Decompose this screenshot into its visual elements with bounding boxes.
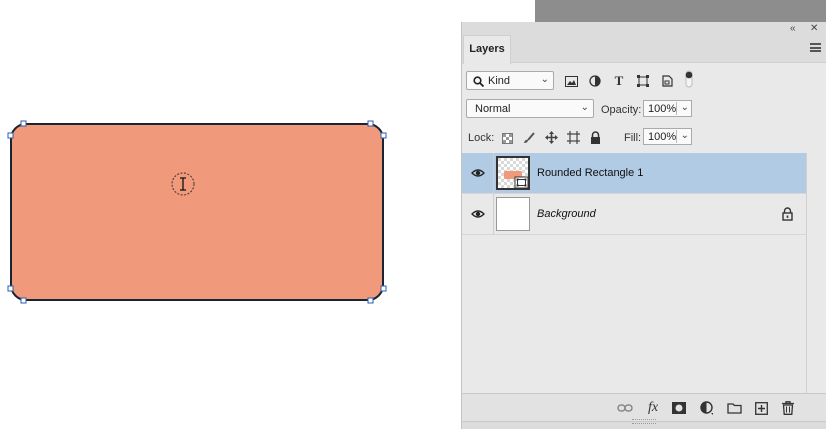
chevron-down-icon: ⌄ [540,74,549,85]
chevron-down-icon: ⌄ [580,102,589,113]
adjustment-filter-icon[interactable] [586,72,604,90]
panel-tab-row: Layers [462,35,826,64]
chevron-down-icon[interactable]: ⌄ [681,130,689,141]
chevron-down-icon[interactable]: ⌄ [681,102,689,113]
anchor-point[interactable] [20,120,27,127]
rounded-rectangle-body[interactable] [10,123,384,301]
lock-icon [782,207,793,221]
anchor-point[interactable] [367,120,374,127]
opacity-label: Opacity: [601,104,642,116]
lock-image-pixels-icon[interactable] [521,130,537,146]
hamburger-menu-icon[interactable] [810,43,821,52]
layer-thumbnail [496,197,530,231]
image-filter-icon[interactable] [562,72,580,90]
resize-grip[interactable] [632,419,656,424]
lock-artboard-icon[interactable] [565,129,581,145]
layer-name[interactable]: Rounded Rectangle 1 [537,167,643,179]
anchor-point[interactable] [20,297,27,304]
tab-layers[interactable]: Layers [463,35,511,64]
layer-row[interactable]: Background [462,194,807,235]
panel-title-bar[interactable]: « ✕ [462,22,826,35]
smart-object-filter-icon[interactable] [658,72,676,90]
layer-name[interactable]: Background [537,208,596,220]
opacity-field[interactable]: 100% ⌄ [643,100,692,117]
lock-position-icon[interactable] [543,129,559,145]
search-icon [473,76,484,87]
kind-filter-label: Kind [488,75,511,87]
fx-icon[interactable]: fx [644,399,662,417]
filter-row: Kind ⌄ T [462,67,807,95]
anchor-point[interactable] [380,285,387,292]
layers-bottom-bar: fx [462,393,826,421]
blend-mode-value: Normal [475,103,511,115]
kind-filter-dropdown[interactable]: Kind ⌄ [466,71,554,90]
opacity-value: 100% [648,103,677,115]
blend-row: Normal ⌄ Opacity: 100% ⌄ [462,95,807,123]
anchor-point[interactable] [7,132,14,139]
anchor-point[interactable] [7,285,14,292]
fill-value: 100% [648,131,677,143]
eye-icon[interactable] [471,166,485,180]
blend-mode-dropdown[interactable]: Normal ⌄ [466,99,594,118]
layers-panel: « ✕ Layers Kind ⌄ T Normal ⌄ Opacity: 10… [461,22,826,429]
lock-all-icon[interactable] [587,129,603,145]
anchor-point[interactable] [380,132,387,139]
eye-icon[interactable] [471,207,485,221]
adjustment-layer-icon[interactable] [698,399,716,417]
add-mask-icon[interactable] [670,399,688,417]
shape-filter-icon[interactable] [634,72,652,90]
new-layer-icon[interactable] [752,399,770,417]
delete-icon[interactable] [779,399,797,417]
link-layers-icon[interactable] [616,399,634,417]
lock-label: Lock: [468,132,495,144]
layer-row[interactable]: Rounded Rectangle 1 [462,153,807,194]
application-background [535,0,826,22]
filter-toggle-icon[interactable] [680,70,698,88]
rounded-rectangle-shape[interactable] [0,0,460,429]
layers-scrollbar[interactable] [806,153,826,393]
layer-thumbnail [496,156,530,190]
fill-label: Fill: [624,132,642,144]
close-icon[interactable]: ✕ [810,22,818,35]
lock-row: Lock: Fill: 100% ⌄ [462,123,807,151]
type-filter-icon[interactable]: T [610,72,628,90]
layers-list: Rounded Rectangle 1 Background [462,153,807,393]
new-group-icon[interactable] [725,399,743,417]
fill-field[interactable]: 100% ⌄ [643,128,692,145]
anchor-point[interactable] [367,297,374,304]
double-chevron-left-icon[interactable]: « [790,22,796,35]
lock-transparent-pixels-icon[interactable] [499,130,515,146]
